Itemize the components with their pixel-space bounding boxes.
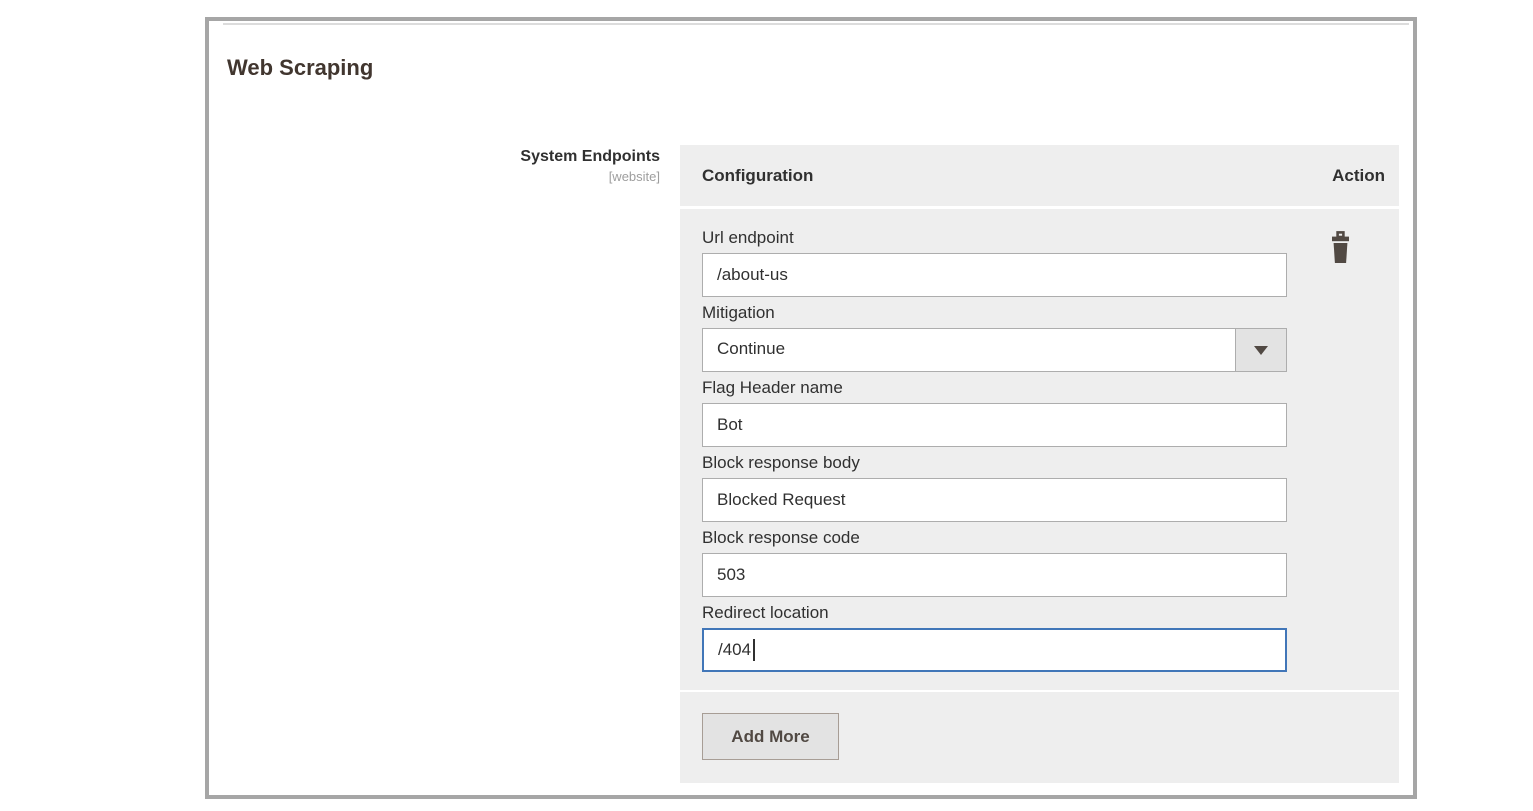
configuration-column-header: Configuration [702, 166, 813, 186]
flag-header-name-input[interactable] [702, 403, 1287, 447]
system-endpoints-label: System Endpoints [520, 146, 660, 168]
trash-icon [1330, 231, 1351, 264]
url-endpoint-label: Url endpoint [702, 225, 1287, 251]
url-endpoint-field: Url endpoint [702, 225, 1287, 300]
redirect-location-label: Redirect location [702, 600, 1287, 626]
action-column-header: Action [1332, 166, 1385, 186]
redirect-location-value: /404 [718, 640, 751, 660]
mitigation-field: Mitigation Continue [702, 300, 1287, 375]
block-response-body-label: Block response body [702, 450, 1287, 476]
block-response-code-label: Block response code [702, 525, 1287, 551]
flag-header-name-label: Flag Header name [702, 375, 1287, 401]
delete-row-button[interactable] [1329, 231, 1351, 265]
flag-header-name-field: Flag Header name [702, 375, 1287, 450]
redirect-location-input[interactable]: /404 [702, 628, 1287, 672]
chevron-down-icon [1254, 346, 1268, 355]
page-title: Web Scraping [227, 53, 373, 83]
block-response-body-field: Block response body [702, 450, 1287, 525]
redirect-location-field: Redirect location /404 [702, 600, 1287, 675]
mitigation-select[interactable]: Continue [702, 328, 1287, 372]
panel-top-divider [223, 23, 1409, 25]
block-response-code-field: Block response code [702, 525, 1287, 600]
mitigation-label: Mitigation [702, 300, 1287, 326]
url-endpoint-input[interactable] [702, 253, 1287, 297]
table-header: Configuration Action [680, 145, 1399, 209]
scope-hint: [website] [520, 168, 660, 185]
system-endpoints-table: Configuration Action Url endpoint Mitiga… [680, 145, 1399, 783]
system-endpoints-label-block: System Endpoints [website] [520, 146, 660, 185]
web-scraping-config-page: Web Scraping System Endpoints [website] … [0, 0, 1533, 811]
block-response-code-input[interactable] [702, 553, 1287, 597]
dropdown-arrow-button[interactable] [1235, 329, 1286, 371]
block-response-body-input[interactable] [702, 478, 1287, 522]
add-more-button[interactable]: Add More [702, 713, 839, 760]
endpoint-row: Url endpoint Mitigation Continue Flag He… [680, 209, 1399, 692]
table-footer: Add More [680, 692, 1399, 778]
mitigation-selected-value: Continue [703, 329, 1235, 371]
text-caret [753, 639, 755, 661]
